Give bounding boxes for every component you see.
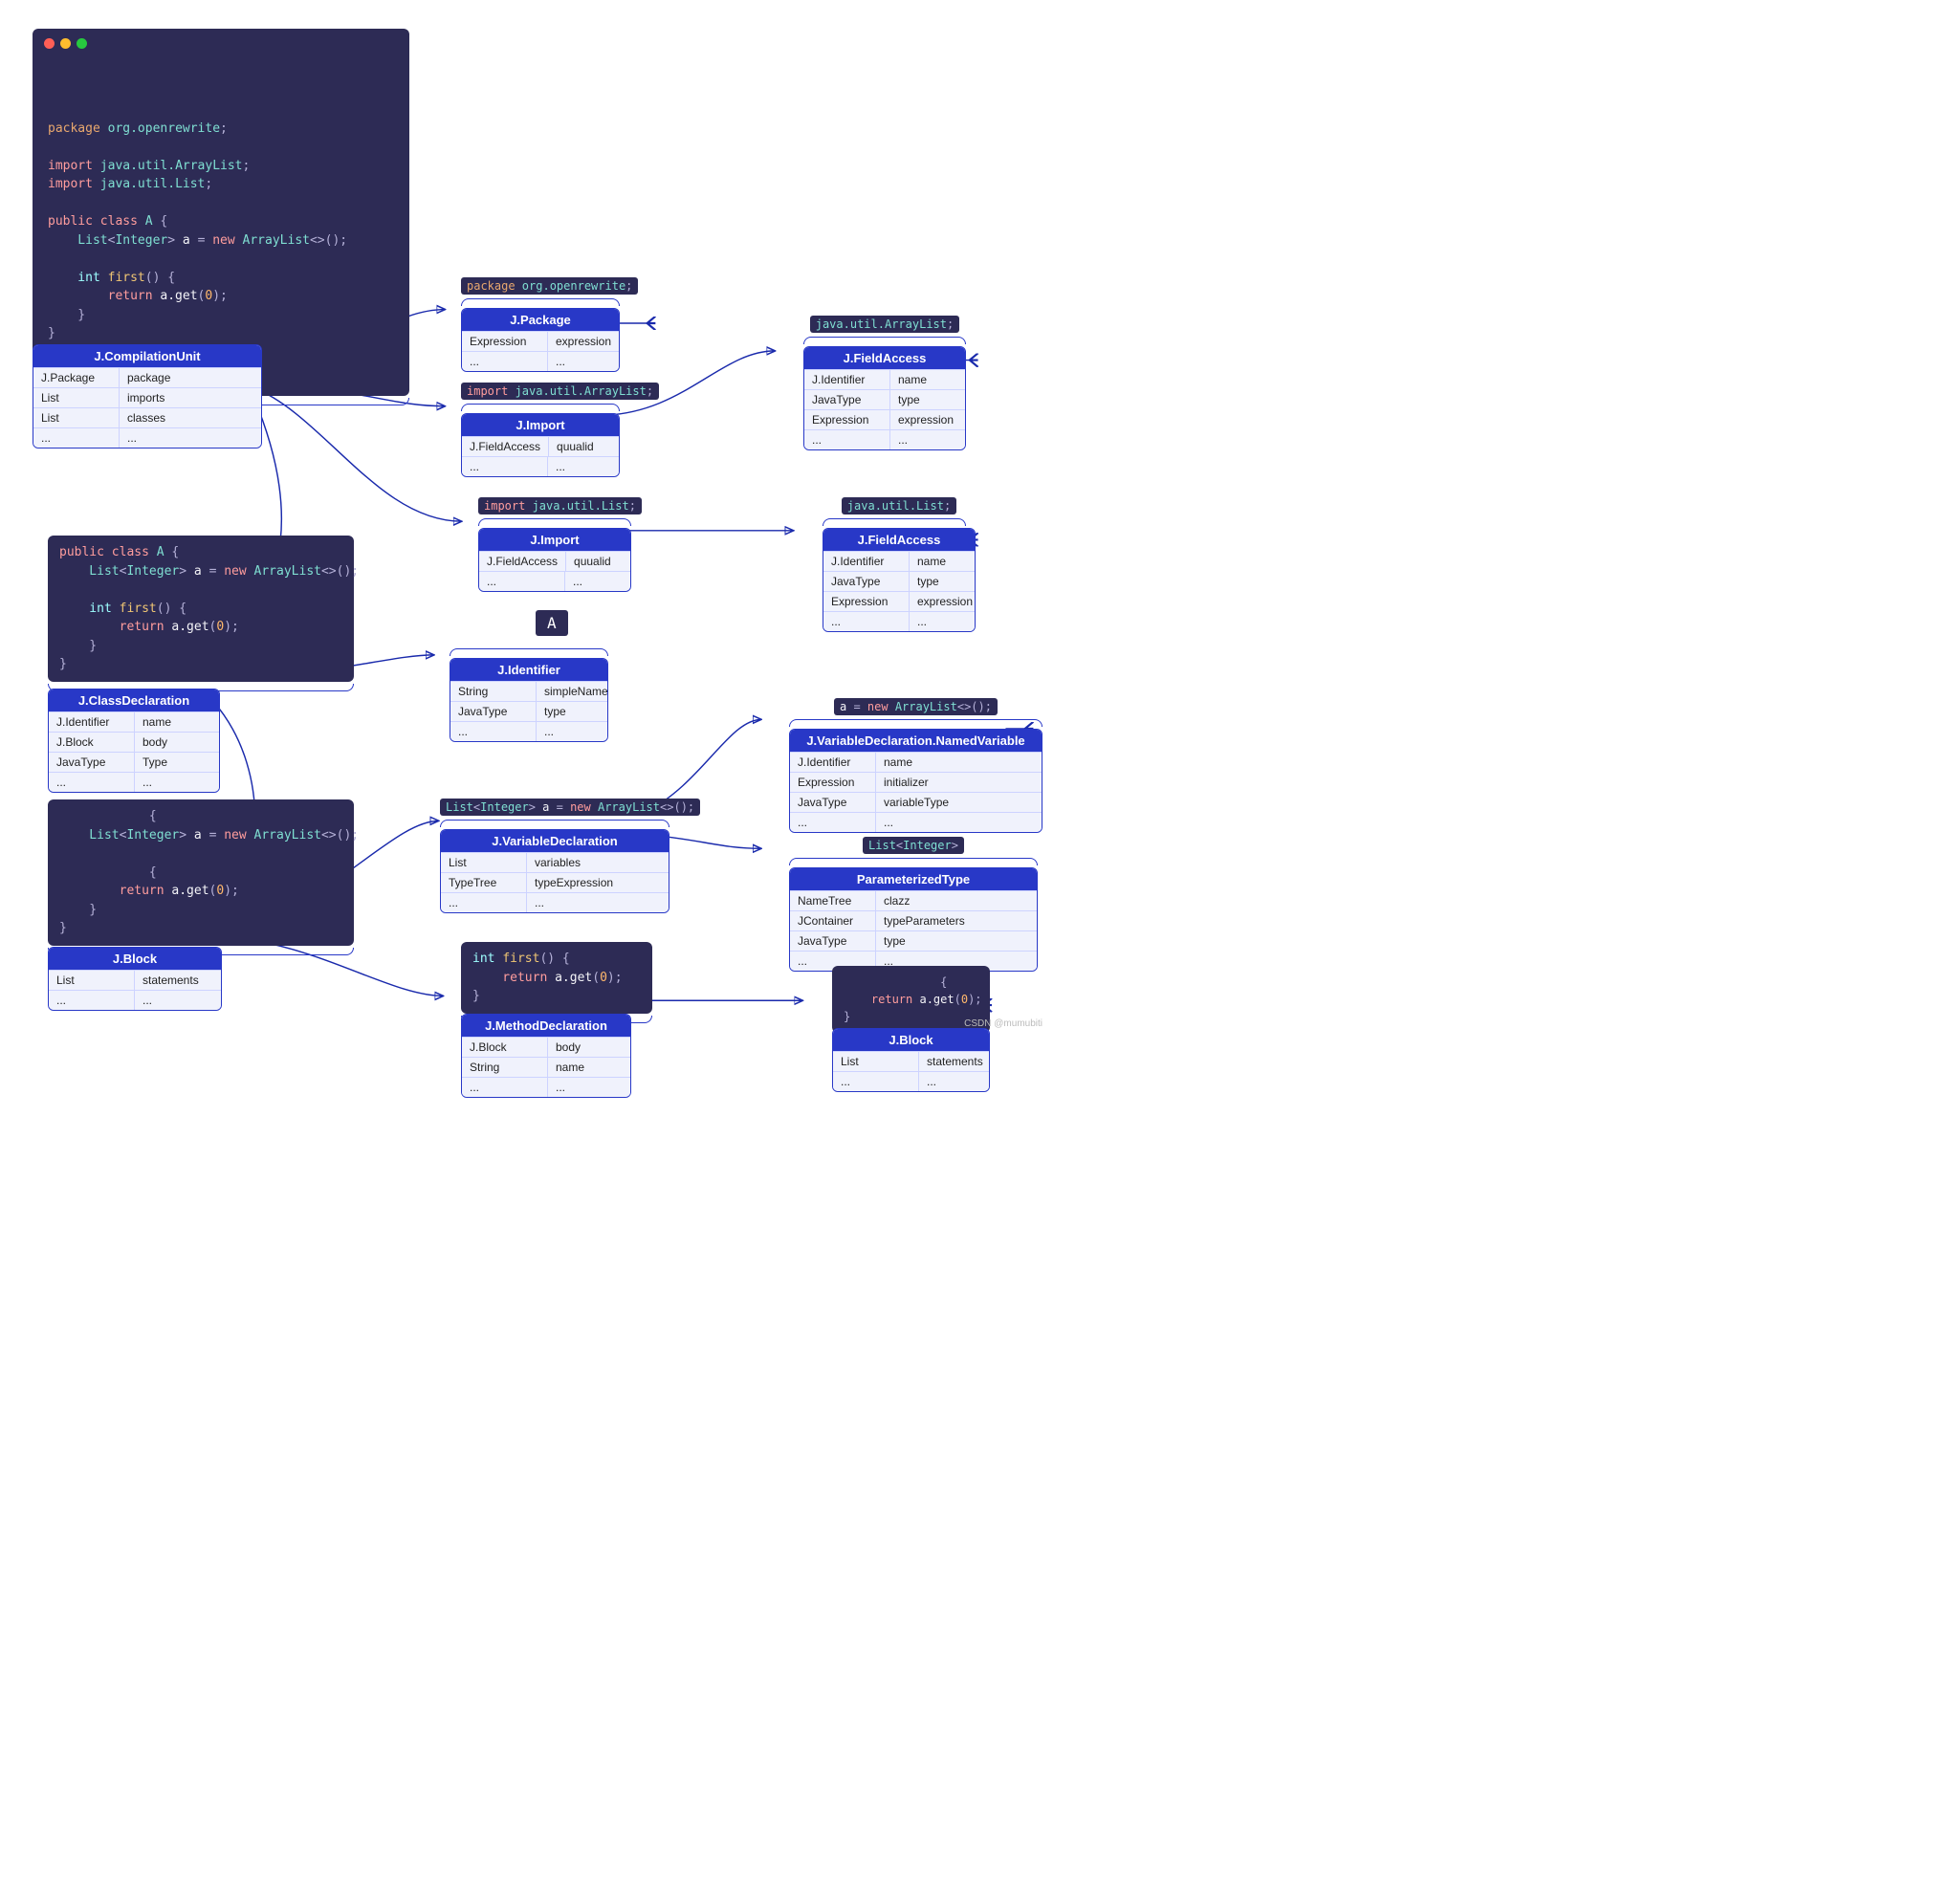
table-row: ...... — [441, 892, 669, 912]
table-row: ...... — [823, 611, 975, 631]
table-header: J.FieldAccess — [804, 347, 965, 369]
table-header: J.Import — [462, 414, 619, 436]
table-row: ...... — [462, 351, 619, 371]
table-row: Listimports — [33, 387, 261, 407]
table-header: J.Block — [833, 1029, 989, 1051]
table-row: JavaTypetype — [804, 389, 965, 409]
compilation-unit-node: J.CompilationUnitJ.PackagepackageListimp… — [33, 344, 262, 449]
table-row: JavaTypeType — [49, 752, 219, 772]
table-row: Liststatements — [49, 970, 221, 990]
table-header: J.VariableDeclaration.NamedVariable — [790, 730, 1042, 752]
table-header: J.Import — [479, 529, 630, 551]
table-row: NameTreeclazz — [790, 890, 1037, 910]
paramtype-node: List<Integer> ParameterizedTypeNameTreec… — [789, 837, 1038, 972]
table-row: ...... — [33, 427, 261, 448]
table-row: J.Identifiername — [823, 551, 975, 571]
table-row: J.FieldAccessquualid — [462, 436, 619, 456]
a-identifier-chip: A — [536, 614, 568, 632]
table-row: ...... — [49, 990, 221, 1010]
namedvar-node: a = new ArrayList<>(); J.VariableDeclara… — [789, 698, 1042, 833]
class-code-box: public class A { List<Integer> a = new A… — [48, 536, 354, 691]
table-row: JavaTypevariableType — [790, 792, 1042, 812]
table-header: J.Identifier — [450, 659, 607, 681]
table-row: JavaTypetype — [790, 930, 1037, 951]
table-row: JavaTypetype — [450, 701, 607, 721]
table-row: J.FieldAccessquualid — [479, 551, 630, 571]
close-icon — [44, 38, 55, 49]
method-code-box: int first() { return a.get(0); } — [461, 942, 652, 1023]
table-row: ...... — [450, 721, 607, 741]
table-row: J.Packagepackage — [33, 367, 261, 387]
minimize-icon — [60, 38, 71, 49]
table-row: Stringname — [462, 1057, 630, 1077]
maximize-icon — [77, 38, 87, 49]
table-row: ...... — [462, 456, 619, 476]
code-content: package org.openrewrite; import java.uti… — [48, 120, 394, 343]
table-row: ...... — [49, 772, 219, 792]
table-row: ...... — [462, 1077, 630, 1097]
table-row: Listclasses — [33, 407, 261, 427]
source-code: package org.openrewrite; import java.uti… — [33, 29, 409, 396]
table-header: J.VariableDeclaration — [441, 830, 669, 852]
table-row: Expressionexpression — [462, 331, 619, 351]
fieldaccess1-node: java.util.ArrayList; J.FieldAccessJ.Iden… — [803, 316, 966, 450]
table-row: ...... — [804, 429, 965, 449]
import1-node: import java.util.ArrayList; J.ImportJ.Fi… — [461, 383, 659, 477]
table-row: Liststatements — [833, 1051, 989, 1071]
vardecl-node: List<Integer> a = new ArrayList<>(); J.V… — [440, 799, 700, 913]
methoddecl-node: J.MethodDeclarationJ.BlockbodyStringname… — [461, 1014, 631, 1098]
table-row: J.Blockbody — [49, 732, 219, 752]
table-header: J.Block — [49, 948, 221, 970]
table-header: J.ClassDeclaration — [49, 689, 219, 711]
table-row: Listvariables — [441, 852, 669, 872]
table-row: JavaTypetype — [823, 571, 975, 591]
table-row: Expressionexpression — [823, 591, 975, 611]
table-row: ...... — [833, 1071, 989, 1091]
table-row: TypeTreetypeExpression — [441, 872, 669, 892]
block2-node: J.BlockListstatements...... — [832, 1028, 990, 1092]
identifier-node: J.IdentifierStringsimpleNameJavaTypetype… — [450, 648, 608, 742]
table-header: J.FieldAccess — [823, 529, 975, 551]
table-row: J.Identifiername — [49, 711, 219, 732]
table-row: Expressionexpression — [804, 409, 965, 429]
table-header: ParameterizedType — [790, 868, 1037, 890]
table-row: J.Identifiername — [804, 369, 965, 389]
block-node: J.BlockListstatements...... — [48, 947, 222, 1011]
table-row: ...... — [479, 571, 630, 591]
table-row: Expressioninitializer — [790, 772, 1042, 792]
table-row: J.Blockbody — [462, 1037, 630, 1057]
table-row: StringsimpleName — [450, 681, 607, 701]
import2-node: import java.util.List; J.ImportJ.FieldAc… — [478, 497, 642, 592]
window-dots — [44, 38, 87, 49]
table-row: JContainertypeParameters — [790, 910, 1037, 930]
package-node: package org.openrewrite; J.PackageExpres… — [461, 277, 638, 372]
table-header: J.CompilationUnit — [33, 345, 261, 367]
classdecl-node: J.ClassDeclarationJ.IdentifiernameJ.Bloc… — [48, 689, 220, 793]
table-header: J.MethodDeclaration — [462, 1015, 630, 1037]
table-row: J.Identifiername — [790, 752, 1042, 772]
watermark: CSDN @mumubiti — [964, 1018, 1042, 1029]
table-header: J.Package — [462, 309, 619, 331]
table-row: ...... — [790, 812, 1042, 832]
fieldaccess2-node: java.util.List; J.FieldAccessJ.Identifie… — [823, 497, 976, 632]
block-code-box: { List<Integer> a = new ArrayList<>(); {… — [48, 799, 354, 955]
diagram-canvas: package org.openrewrite; import java.uti… — [19, 19, 1052, 1033]
